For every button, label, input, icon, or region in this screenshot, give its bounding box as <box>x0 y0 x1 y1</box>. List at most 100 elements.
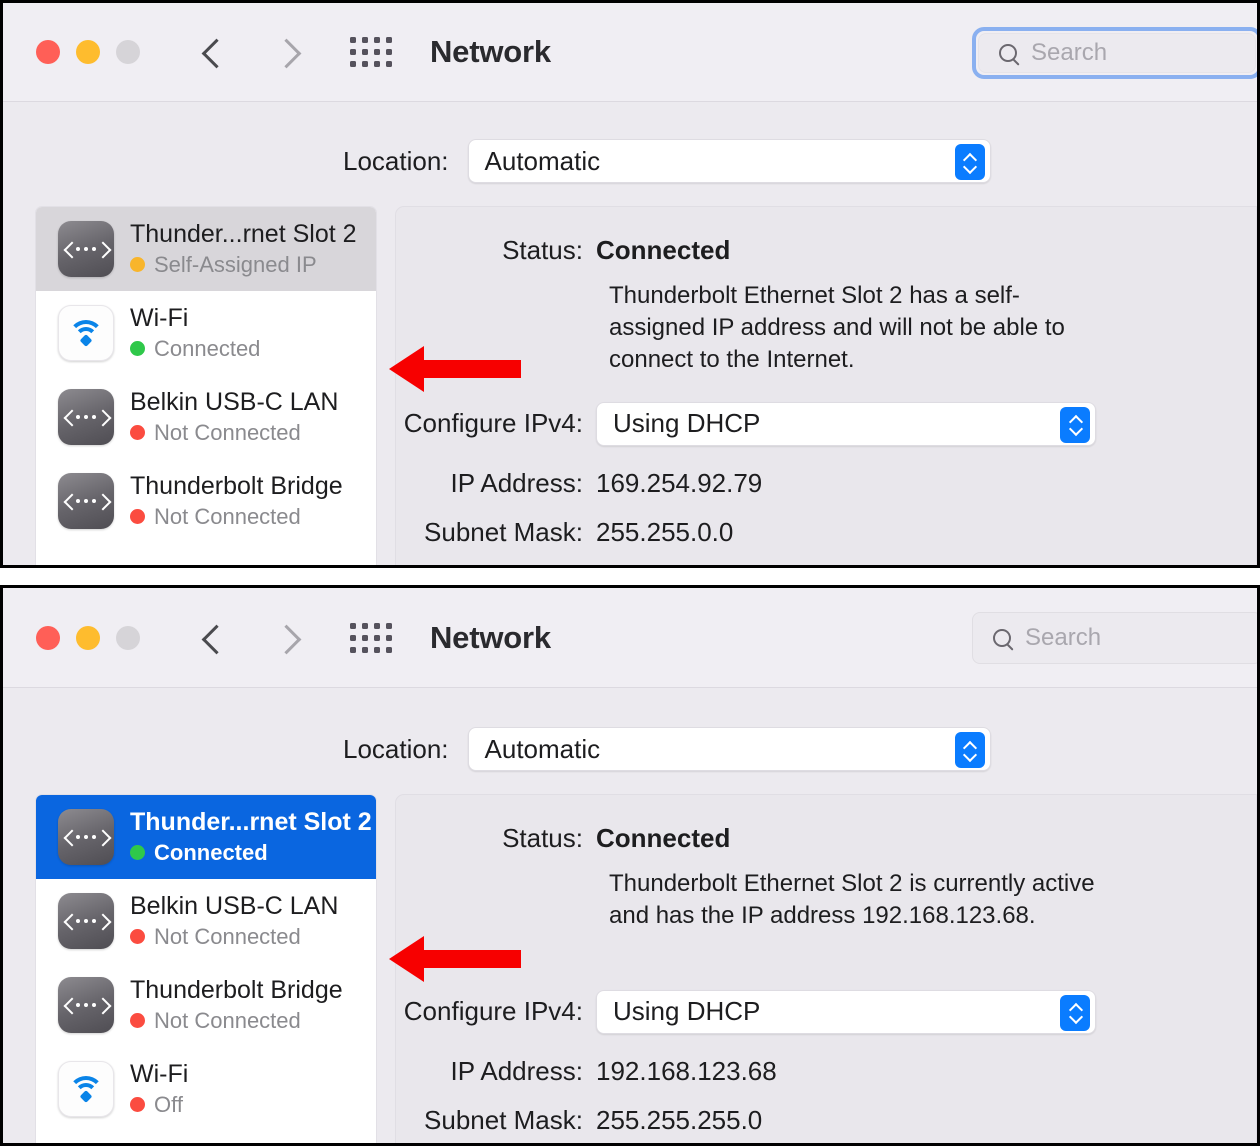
search-input[interactable]: Search <box>972 612 1257 664</box>
location-popup-button[interactable]: Automatic <box>467 727 991 771</box>
subnet-mask-value: 255.255.255.0 <box>596 1104 763 1135</box>
status-dot-icon <box>130 257 145 273</box>
search-field-wrapper[interactable]: Search <box>972 612 1257 664</box>
window-toolbar: Network Search <box>3 3 1257 102</box>
ip-address-row: IP Address: 169.254.92.79 <box>396 468 1256 499</box>
service-name: Wi-Fi <box>130 304 189 333</box>
traffic-lights <box>36 625 140 650</box>
chevron-right-icon[interactable] <box>276 620 298 656</box>
page-title: Network <box>430 34 551 69</box>
wifi-icon <box>58 305 114 361</box>
panes: Thunder...rnet Slot 2 Connected Belkin U… <box>3 794 1257 1143</box>
configure-ipv4-label: Configure IPv4: <box>403 408 583 439</box>
service-row-thunderbolt-ethernet-slot-2[interactable]: Thunder...rnet Slot 2 Self-Assigned IP <box>36 207 376 291</box>
minimize-button[interactable] <box>76 40 100 64</box>
status-dot-icon <box>130 425 145 441</box>
close-button[interactable] <box>36 40 60 64</box>
chevron-left-icon[interactable] <box>202 620 224 656</box>
grid-apps-icon[interactable] <box>350 622 392 653</box>
service-row-wi-fi[interactable]: Wi-Fi Off <box>36 1047 376 1131</box>
location-popup-button[interactable]: Automatic <box>467 139 991 183</box>
service-name: Thunderbolt Bridge <box>130 976 343 1005</box>
service-status: Not Connected <box>154 503 301 529</box>
location-stepper-icon[interactable] <box>954 732 985 768</box>
close-button[interactable] <box>36 625 60 650</box>
chevron-right-icon[interactable] <box>276 34 298 70</box>
ip-address-label: IP Address: <box>450 467 584 498</box>
status-dot-icon <box>130 929 145 945</box>
service-status: Not Connected <box>154 419 301 445</box>
network-window-connected: Network Search Location: Automatic Thund… <box>0 585 1260 1146</box>
ip-address-row: IP Address: 192.168.123.68 <box>396 1056 1256 1087</box>
location-stepper-icon[interactable] <box>954 144 985 180</box>
traffic-lights <box>36 40 140 64</box>
status-row: Status: Connected <box>396 235 1256 266</box>
status-value: Connected <box>596 823 731 853</box>
status-dot-icon <box>130 1013 145 1029</box>
service-status: Off <box>154 1091 183 1117</box>
panel-gap <box>0 568 1260 585</box>
status-label: Status: <box>502 235 583 265</box>
status-value: Connected <box>596 235 731 265</box>
service-status: Connected <box>154 839 268 865</box>
service-row-thunderbolt-bridge[interactable]: Thunderbolt Bridge Not Connected <box>36 963 376 1047</box>
status-label: Status: <box>502 823 583 853</box>
subnet-mask-row: Subnet Mask: 255.255.255.0 <box>396 1105 1256 1136</box>
status-description: Thunderbolt Ethernet Slot 2 is currently… <box>609 870 1095 929</box>
configure-ipv4-popup-button[interactable]: Using DHCP <box>596 401 1096 446</box>
service-status: Not Connected <box>154 923 301 949</box>
configure-ipv4-stepper-icon[interactable] <box>1060 994 1090 1031</box>
wifi-icon <box>58 1061 114 1117</box>
service-status: Self-Assigned IP <box>154 251 317 277</box>
service-status: Not Connected <box>154 1007 301 1033</box>
service-status: Connected <box>154 335 261 361</box>
ethernet-icon <box>58 809 114 865</box>
status-row: Status: Connected <box>396 823 1256 854</box>
status-dot-icon <box>130 845 145 861</box>
subnet-mask-value: 255.255.0.0 <box>596 516 734 547</box>
search-field-wrapper[interactable]: Search <box>972 27 1257 79</box>
service-row-belkin-usb-c-lan[interactable]: Belkin USB-C LAN Not Connected <box>36 375 376 459</box>
ip-address-label: IP Address: <box>450 1055 584 1086</box>
subnet-mask-row: Subnet Mask: 255.255.0.0 <box>396 517 1256 548</box>
search-placeholder: Search <box>1031 39 1108 66</box>
screenshot-root: Network Search Location: Automatic Thund… <box>0 0 1260 1146</box>
service-row-belkin-usb-c-lan[interactable]: Belkin USB-C LAN Not Connected <box>36 879 376 963</box>
service-detail-panel: Status: Connected Thunderbolt Ethernet S… <box>395 794 1257 1143</box>
configure-ipv4-stepper-icon[interactable] <box>1060 406 1090 443</box>
status-description: Thunderbolt Ethernet Slot 2 has a self-a… <box>609 282 1065 373</box>
chevron-left-icon[interactable] <box>202 34 224 70</box>
service-row-thunderbolt-ethernet-slot-2[interactable]: Thunder...rnet Slot 2 Connected <box>36 795 376 879</box>
ip-address-value: 169.254.92.79 <box>596 467 763 498</box>
service-name: Belkin USB-C LAN <box>130 388 339 417</box>
ethernet-icon <box>58 893 114 949</box>
service-name: Wi-Fi <box>130 1060 189 1089</box>
search-input[interactable]: Search <box>978 33 1256 73</box>
status-dot-icon <box>130 1097 145 1113</box>
zoom-button[interactable] <box>116 625 140 650</box>
status-dot-icon <box>130 509 145 525</box>
search-placeholder: Search <box>1025 624 1102 651</box>
ethernet-icon <box>58 977 114 1033</box>
service-row-wi-fi[interactable]: Wi-Fi Connected <box>36 291 376 375</box>
configure-ipv4-value: Using DHCP <box>613 996 761 1027</box>
service-list: Thunder...rnet Slot 2 Self-Assigned IP W… <box>35 206 377 565</box>
nav-buttons <box>202 34 298 70</box>
panes: Thunder...rnet Slot 2 Self-Assigned IP W… <box>3 206 1257 565</box>
location-label: Location: <box>343 145 449 176</box>
minimize-button[interactable] <box>76 625 100 650</box>
configure-ipv4-popup-button[interactable]: Using DHCP <box>596 989 1096 1034</box>
location-value: Automatic <box>484 145 601 176</box>
status-dot-icon <box>130 341 145 357</box>
service-detail-panel: Status: Connected Thunderbolt Ethernet S… <box>395 206 1257 565</box>
subnet-mask-label: Subnet Mask: <box>424 516 583 547</box>
service-list: Thunder...rnet Slot 2 Connected Belkin U… <box>35 794 377 1143</box>
subnet-mask-label: Subnet Mask: <box>424 1104 583 1135</box>
ethernet-icon <box>58 221 114 277</box>
ip-address-value: 192.168.123.68 <box>596 1055 777 1086</box>
configure-ipv4-label: Configure IPv4: <box>403 996 583 1027</box>
grid-apps-icon[interactable] <box>350 37 392 67</box>
ethernet-icon <box>58 389 114 445</box>
zoom-button[interactable] <box>116 40 140 64</box>
service-row-thunderbolt-bridge[interactable]: Thunderbolt Bridge Not Connected <box>36 459 376 543</box>
